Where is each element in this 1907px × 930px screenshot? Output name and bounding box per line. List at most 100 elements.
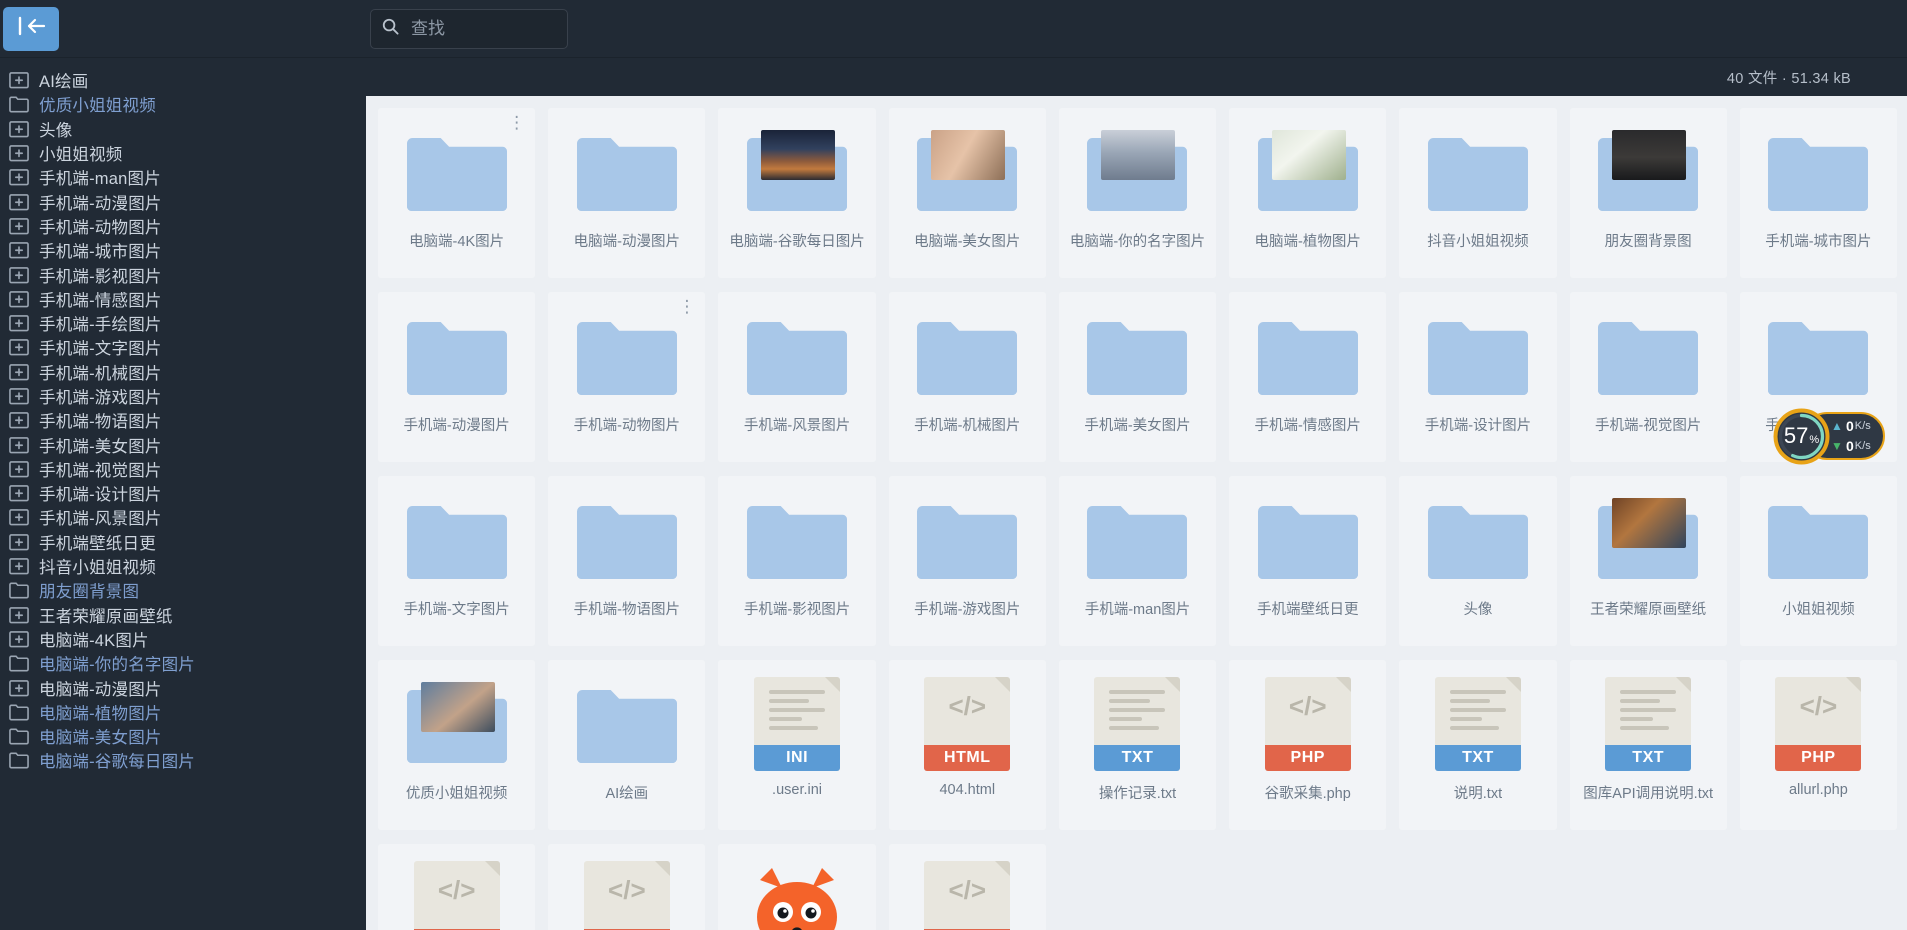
file-item[interactable]: </> bbox=[378, 844, 536, 930]
folder-item[interactable]: 手机端-视觉图片 bbox=[1569, 292, 1727, 462]
folder-expand-icon bbox=[8, 361, 30, 383]
file-item[interactable]: INI .user.ini bbox=[718, 660, 876, 830]
folder-item[interactable]: 电脑端-植物图片 bbox=[1229, 108, 1387, 278]
sidebar-item-label: 朋友圈背景图 bbox=[39, 583, 140, 602]
folder-item[interactable]: 小姐姐视频 bbox=[1739, 476, 1897, 646]
sort-button[interactable]: A Z bbox=[635, 12, 672, 55]
folder-settings-button[interactable] bbox=[1865, 66, 1903, 100]
sidebar-item[interactable]: 头像 bbox=[0, 117, 366, 141]
folder-item[interactable]: ⋮ 电脑端-4K图片 bbox=[378, 108, 536, 278]
item-name: 电脑端-美女图片 bbox=[914, 234, 1021, 250]
theme-toggle-button[interactable] bbox=[1801, 12, 1842, 57]
sidebar-item-label: 手机端-设计图片 bbox=[39, 486, 162, 505]
sidebar-item[interactable]: 手机端-动漫图片 bbox=[0, 189, 366, 213]
file-item[interactable]: TXT 操作记录.txt bbox=[1058, 660, 1217, 830]
folder-item[interactable]: 手机端-文字图片 bbox=[378, 476, 536, 646]
folder-expand-icon bbox=[8, 506, 30, 528]
sidebar-item[interactable]: 手机端-物语图片 bbox=[0, 408, 366, 432]
folder-item[interactable]: 王者荣耀原画壁纸 bbox=[1569, 476, 1727, 646]
folder-item[interactable]: 手机端-影视图片 bbox=[718, 476, 876, 646]
sidebar-item[interactable]: 电脑端-动漫图片 bbox=[0, 675, 366, 699]
folder-expand-icon bbox=[8, 628, 30, 650]
folder-item[interactable]: 手机端-城市图片 bbox=[1739, 108, 1897, 278]
sidebar-item[interactable]: 手机端-美女图片 bbox=[0, 432, 366, 456]
file-item[interactable]: </> bbox=[548, 844, 706, 930]
folder-item[interactable]: 手机端-游戏图片 bbox=[888, 476, 1046, 646]
sidebar-collapse-button[interactable] bbox=[3, 6, 59, 51]
file-item[interactable]: TXT 图库API调用说明.txt bbox=[1569, 660, 1727, 830]
sidebar-item[interactable]: 手机端-手绘图片 bbox=[0, 311, 366, 335]
sidebar-item[interactable]: 小姐姐视频 bbox=[0, 141, 366, 165]
file-item[interactable]: </> PHP allurl.php bbox=[1739, 660, 1897, 830]
file-item[interactable]: TXT 说明.txt bbox=[1399, 660, 1557, 830]
file-item[interactable] bbox=[718, 844, 876, 930]
sidebar-item[interactable]: 电脑端-植物图片 bbox=[0, 700, 366, 724]
folder-item[interactable]: 电脑端-动漫图片 bbox=[548, 108, 706, 278]
sidebar-item[interactable]: 手机端壁纸日更 bbox=[0, 530, 366, 554]
sidebar-item[interactable]: 手机端-影视图片 bbox=[0, 262, 366, 286]
item-name: 操作记录.txt bbox=[1098, 786, 1177, 802]
fullscreen-button[interactable] bbox=[1851, 12, 1890, 55]
item-name: 朋友圈背景图 bbox=[1604, 234, 1692, 250]
breadcrumb-home-button[interactable] bbox=[380, 66, 417, 100]
sidebar-item[interactable]: 王者荣耀原画壁纸 bbox=[0, 603, 366, 627]
folder-icon bbox=[1422, 310, 1534, 402]
sidebar-tree[interactable]: AI绘画 优质小姐姐视频 头像 小姐姐视频 手机端-man图片 手机端-动漫图片 手机端-动… bbox=[0, 58, 366, 930]
sidebar-item[interactable]: 手机端-风景图片 bbox=[0, 505, 366, 529]
folder-item[interactable]: 手机端-美女图片 bbox=[1058, 292, 1217, 462]
folder-item[interactable]: 手机端-手绘图片 bbox=[1739, 292, 1897, 462]
search-box[interactable] bbox=[370, 9, 568, 49]
sidebar-item-label: 手机端-手绘图片 bbox=[39, 316, 162, 335]
document-icon: </> PHP bbox=[1252, 677, 1364, 771]
folder-item[interactable]: ⋮ 手机端-动物图片 bbox=[548, 292, 706, 462]
folder-item[interactable]: 朋友圈背景图 bbox=[1569, 108, 1727, 278]
sidebar-item[interactable]: 手机端-设计图片 bbox=[0, 481, 366, 505]
folder-expand-icon bbox=[8, 336, 30, 358]
folder-item[interactable]: 手机端-风景图片 bbox=[718, 292, 876, 462]
sidebar-item-label: AI绘画 bbox=[39, 73, 89, 92]
sidebar-item[interactable]: 手机端-man图片 bbox=[0, 165, 366, 189]
folder-item[interactable]: 抖音小姐姐视频 bbox=[1399, 108, 1557, 278]
folder-item[interactable]: 优质小姐姐视频 bbox=[378, 660, 536, 830]
grid-view-button[interactable] bbox=[587, 12, 625, 53]
folder-item[interactable]: 头像 bbox=[1399, 476, 1557, 646]
folder-item[interactable]: 手机端-物语图片 bbox=[548, 476, 706, 646]
folder-item[interactable]: AI绘画 bbox=[548, 660, 706, 830]
item-name: 电脑端-谷歌每日图片 bbox=[729, 234, 865, 250]
folder-item[interactable]: 电脑端-你的名字图片 bbox=[1058, 108, 1217, 278]
sidebar-item[interactable]: 手机端-机械图片 bbox=[0, 360, 366, 384]
sidebar-item[interactable]: 手机端-游戏图片 bbox=[0, 384, 366, 408]
sidebar-item[interactable]: 手机端-城市图片 bbox=[0, 238, 366, 262]
sidebar-item[interactable]: 电脑端-美女图片 bbox=[0, 724, 366, 748]
sidebar-item[interactable]: 抖音小姐姐视频 bbox=[0, 554, 366, 578]
item-name: 手机端-美女图片 bbox=[1084, 418, 1191, 434]
folder-item[interactable]: 手机端-动漫图片 bbox=[378, 292, 536, 462]
folder-expand-icon bbox=[8, 288, 30, 310]
sidebar-item[interactable]: 手机端-视觉图片 bbox=[0, 457, 366, 481]
item-name: 说明.txt bbox=[1453, 786, 1503, 802]
folder-expand-icon bbox=[8, 142, 30, 164]
sidebar-item[interactable]: 手机端-情感图片 bbox=[0, 287, 366, 311]
sidebar-item[interactable]: 朋友圈背景图 bbox=[0, 578, 366, 602]
folder-item[interactable]: 手机端-机械图片 bbox=[888, 292, 1046, 462]
folder-item[interactable]: 电脑端-美女图片 bbox=[888, 108, 1046, 278]
sidebar-item[interactable]: 电脑端-你的名字图片 bbox=[0, 651, 366, 675]
sidebar-item[interactable]: 优质小姐姐视频 bbox=[0, 92, 366, 116]
sidebar-item[interactable]: 电脑端-4K图片 bbox=[0, 627, 366, 651]
folder-stats: 40 文件 · 51.34 kB bbox=[1726, 70, 1851, 87]
folder-item[interactable]: 手机端-情感图片 bbox=[1229, 292, 1387, 462]
folder-item[interactable]: 手机端壁纸日更 bbox=[1229, 476, 1387, 646]
file-item[interactable]: </> HTML 404.html bbox=[888, 660, 1046, 830]
file-item[interactable]: </> bbox=[888, 844, 1046, 930]
folder-item[interactable]: 手机端-man图片 bbox=[1058, 476, 1217, 646]
sidebar-item[interactable]: 电脑端-谷歌每日图片 bbox=[0, 748, 366, 772]
item-name: 优质小姐姐视频 bbox=[405, 786, 508, 802]
file-item[interactable]: </> PHP 谷歌采集.php bbox=[1229, 660, 1387, 830]
sidebar-item[interactable]: 手机端-文字图片 bbox=[0, 335, 366, 359]
search-input[interactable] bbox=[411, 19, 551, 39]
folder-item[interactable]: 电脑端-谷歌每日图片 bbox=[718, 108, 876, 278]
sidebar-item[interactable]: AI绘画 bbox=[0, 68, 366, 92]
item-name: 图库API调用说明.txt bbox=[1583, 786, 1714, 802]
folder-item[interactable]: 手机端-设计图片 bbox=[1399, 292, 1557, 462]
sidebar-item[interactable]: 手机端-动物图片 bbox=[0, 214, 366, 238]
